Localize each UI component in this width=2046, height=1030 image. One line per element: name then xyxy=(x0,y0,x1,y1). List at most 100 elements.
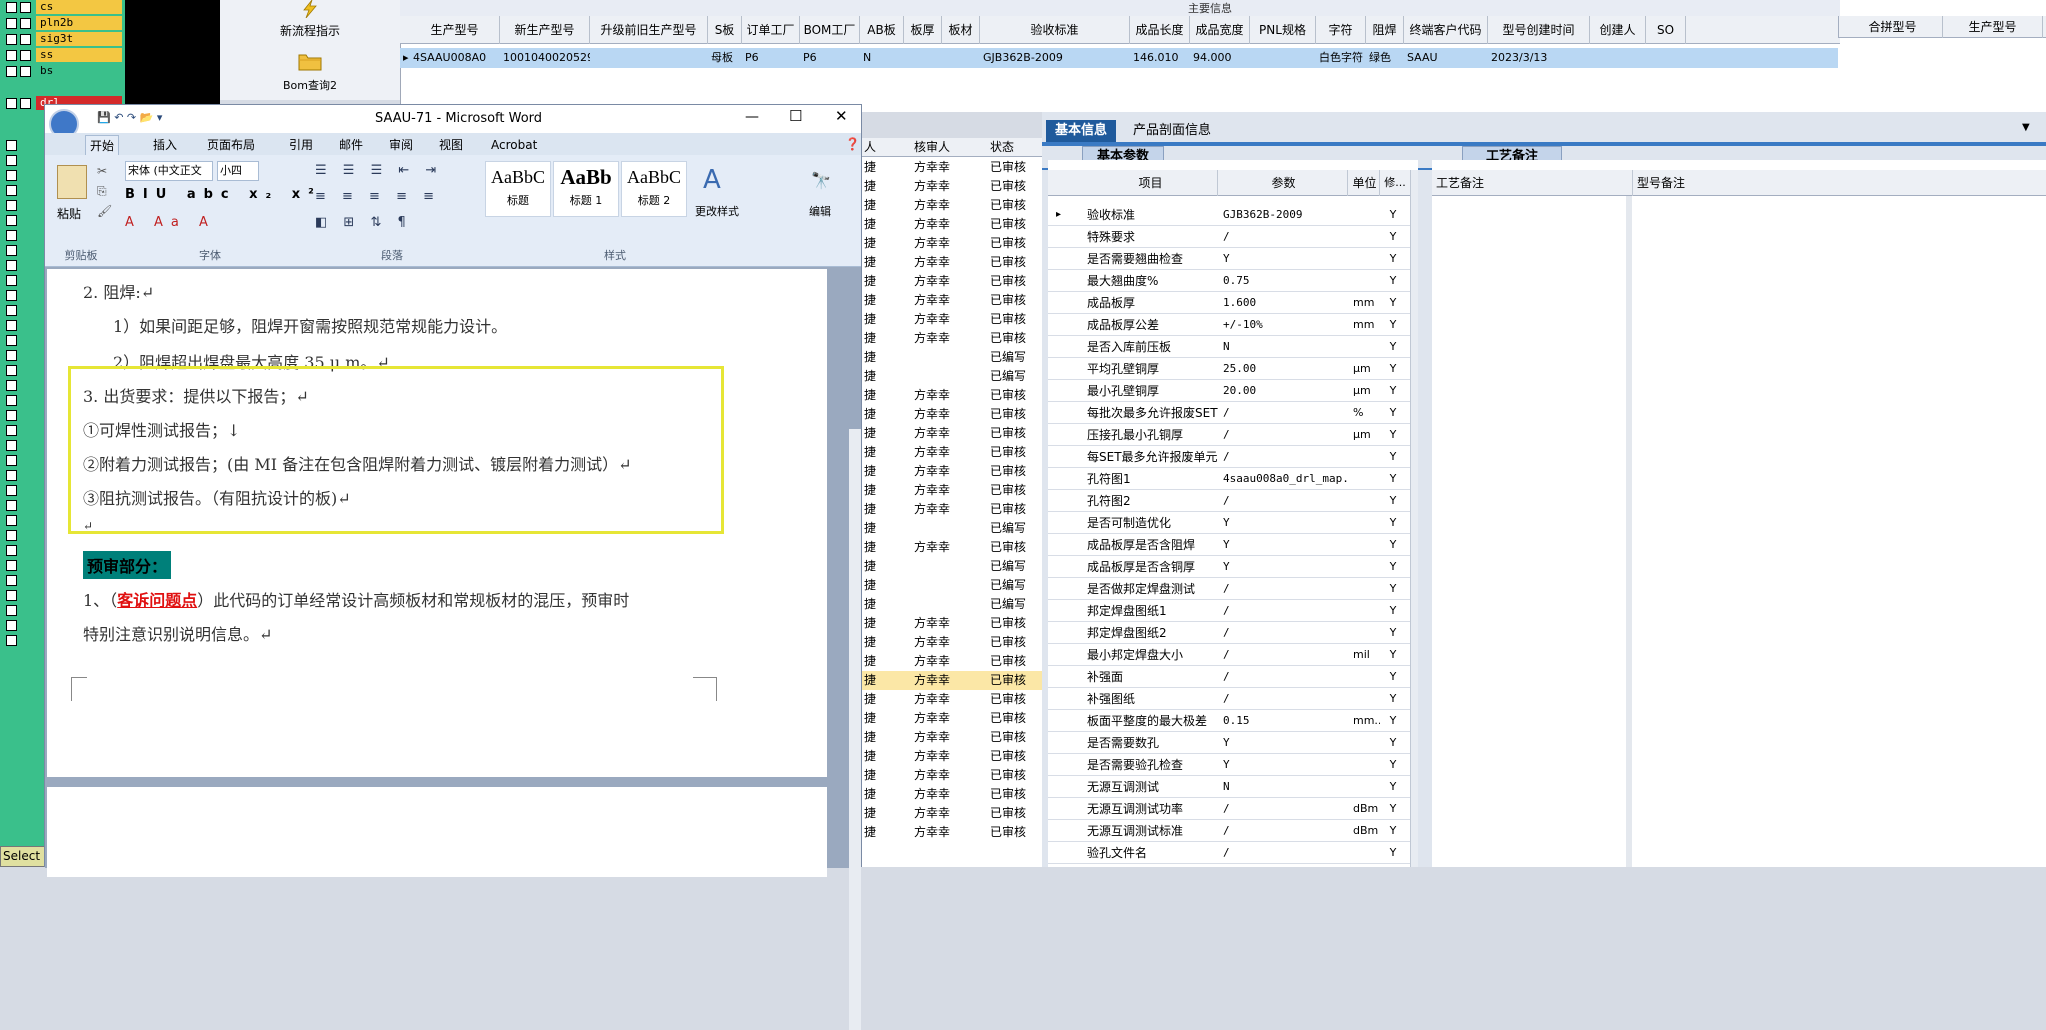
maximize-icon[interactable]: ☐ xyxy=(789,107,802,125)
layer-row-checkbox[interactable] xyxy=(6,635,17,646)
layer-visibility-checkbox[interactable] xyxy=(6,50,17,61)
word-scrollbar[interactable] xyxy=(849,429,861,1030)
layer-row-checkbox[interactable] xyxy=(6,530,17,541)
param-row[interactable]: 最小孔壁铜厚 20.00 μm Y xyxy=(1048,380,1418,402)
craft-splitter[interactable] xyxy=(1626,196,1632,867)
column-header[interactable]: 新生产型号 xyxy=(500,16,590,44)
layer-row-checkbox[interactable] xyxy=(6,500,17,511)
param-row[interactable]: 无源互调测试功率 / dBm Y xyxy=(1048,798,1418,820)
combined-column-header[interactable]: 合拼型号 xyxy=(1843,16,1943,38)
param-row[interactable]: 是否需要数孔 Y Y xyxy=(1048,732,1418,754)
column-header[interactable]: 型号创建时间 xyxy=(1488,16,1590,44)
param-row[interactable]: 成品板厚 1.600 mm Y xyxy=(1048,292,1418,314)
column-header[interactable]: 验收标准 xyxy=(980,16,1130,44)
layer-row-checkbox[interactable] xyxy=(6,335,17,346)
column-header[interactable]: AB板 xyxy=(860,16,904,44)
param-row[interactable]: 成品板厚是否含阻焊 Y Y xyxy=(1048,534,1418,556)
param-row[interactable]: 邦定焊盘图纸1 / Y xyxy=(1048,600,1418,622)
cell[interactable]: 4SAAU008A0 xyxy=(410,48,500,68)
approval-row[interactable]: 捷 方幸幸 已审核 xyxy=(862,462,1042,481)
approval-row[interactable]: 捷 方幸幸 已审核 xyxy=(862,671,1042,690)
approval-row[interactable]: 捷 已编写 xyxy=(862,348,1042,367)
edit-button[interactable]: 编辑 xyxy=(809,203,831,219)
column-header[interactable]: 升级前旧生产型号 xyxy=(590,16,708,44)
approval-row[interactable]: 捷 方幸幸 已审核 xyxy=(862,386,1042,405)
param-row[interactable]: 孔符图2 / Y xyxy=(1048,490,1418,512)
param-row[interactable]: 是否需要验孔检查 Y Y xyxy=(1048,754,1418,776)
main-info-row[interactable]: 4SAAU008A010010400205290母板P6P6NGJB362B-2… xyxy=(400,48,1838,68)
layer-row-checkbox[interactable] xyxy=(6,605,17,616)
column-header[interactable]: 创建人 xyxy=(1590,16,1646,44)
layer-row-checkbox[interactable] xyxy=(6,515,17,526)
change-style-icon[interactable]: A xyxy=(703,165,721,195)
approval-row[interactable]: 捷 方幸幸 已审核 xyxy=(862,405,1042,424)
cell[interactable] xyxy=(1250,48,1316,68)
style-heading2[interactable]: AaBbC 标题 2 xyxy=(621,161,687,217)
layer-select-checkbox[interactable] xyxy=(20,66,31,77)
select-button[interactable]: Select xyxy=(0,846,45,867)
layer-name[interactable]: cs xyxy=(36,0,122,14)
approval-row[interactable]: 捷 方幸幸 已审核 xyxy=(862,690,1042,709)
layer-select-checkbox[interactable] xyxy=(20,98,31,109)
col-modify[interactable]: 修... xyxy=(1382,170,1408,196)
param-row[interactable]: 平均孔壁铜厚 25.00 μm Y xyxy=(1048,358,1418,380)
align-buttons[interactable]: ≡ ≡ ≡ ≡ ≡ xyxy=(315,189,440,204)
layer-item[interactable]: pln2b xyxy=(0,16,125,31)
layer-row-checkbox[interactable] xyxy=(6,470,17,481)
column-header[interactable]: SO xyxy=(1646,16,1686,44)
cell[interactable]: N xyxy=(860,48,904,68)
font-size-select[interactable]: 小四 xyxy=(217,161,259,181)
tab-review[interactable]: 审阅 xyxy=(385,135,417,155)
cell[interactable] xyxy=(904,48,942,68)
param-row[interactable]: 是否需要翘曲检查 Y Y xyxy=(1048,248,1418,270)
layer-visibility-checkbox[interactable] xyxy=(6,66,17,77)
cell[interactable]: 94.000 xyxy=(1190,48,1250,68)
cell[interactable]: 146.010 xyxy=(1130,48,1190,68)
param-row[interactable]: 邦定焊盘图纸2 / Y xyxy=(1048,622,1418,644)
column-header[interactable]: 成品长度 xyxy=(1130,16,1190,44)
tab-references[interactable]: 引用 xyxy=(285,135,317,155)
param-row[interactable]: 是否可制造优化 Y Y xyxy=(1048,512,1418,534)
layer-row-checkbox[interactable] xyxy=(6,590,17,601)
layer-row-checkbox[interactable] xyxy=(6,185,17,196)
layer-visibility-checkbox[interactable] xyxy=(6,34,17,45)
cell[interactable]: P6 xyxy=(742,48,800,68)
param-row[interactable]: 无源互调测试标准 / dBm Y xyxy=(1048,820,1418,842)
layer-row-checkbox[interactable] xyxy=(6,230,17,241)
approval-row[interactable]: 捷 方幸幸 已审核 xyxy=(862,747,1042,766)
col-param[interactable]: 参数 xyxy=(1220,170,1348,196)
cell[interactable]: P6 xyxy=(800,48,860,68)
cell[interactable] xyxy=(1646,48,1686,68)
layer-row-checkbox[interactable] xyxy=(6,560,17,571)
param-row[interactable]: 孔符图1 4saau008a0_drl_map... Y xyxy=(1048,468,1418,490)
layer-select-checkbox[interactable] xyxy=(20,18,31,29)
document-page-2[interactable] xyxy=(47,787,827,877)
column-header[interactable]: 字符 xyxy=(1316,16,1366,44)
layer-select-checkbox[interactable] xyxy=(20,2,31,13)
paste-icon[interactable] xyxy=(57,165,87,199)
shading-buttons[interactable]: ◧ ⊞ ⇅ ¶ xyxy=(315,215,412,230)
font-name-select[interactable]: 宋体 (中文正文 xyxy=(125,161,213,181)
layer-name[interactable]: ss xyxy=(36,48,122,62)
approval-row[interactable]: 捷 方幸幸 已审核 xyxy=(862,215,1042,234)
param-row[interactable]: 是否入库前压板 N Y xyxy=(1048,336,1418,358)
layer-row-checkbox[interactable] xyxy=(6,380,17,391)
param-row[interactable]: 最大翘曲度% 0.75 Y xyxy=(1048,270,1418,292)
layer-row-checkbox[interactable] xyxy=(6,485,17,496)
param-row[interactable]: 压接孔最小孔铜厚 / μm Y xyxy=(1048,424,1418,446)
cell[interactable] xyxy=(1590,48,1646,68)
approval-row[interactable]: 捷 方幸幸 已审核 xyxy=(862,804,1042,823)
approval-row[interactable]: 捷 方幸幸 已审核 xyxy=(862,234,1042,253)
layer-select-checkbox[interactable] xyxy=(20,50,31,61)
column-header[interactable]: 终端客户代码 xyxy=(1404,16,1488,44)
document-page[interactable]: 2. 阻焊:↵ 1）如果间距足够，阻焊开窗需按照规范常规能力设计。 2）阻焊超出… xyxy=(47,269,827,777)
column-header[interactable]: 板材 xyxy=(942,16,980,44)
layer-row-checkbox[interactable] xyxy=(6,545,17,556)
lightning-icon[interactable] xyxy=(220,0,400,20)
layer-row-checkbox[interactable] xyxy=(6,215,17,226)
quick-access-icons[interactable]: 💾 ↶ ↷ 📂 ▾ xyxy=(97,111,162,124)
tab-mailings[interactable]: 邮件 xyxy=(335,135,367,155)
param-row[interactable]: 验孔文件名 / Y xyxy=(1048,842,1418,864)
layer-row-checkbox[interactable] xyxy=(6,260,17,271)
layer-visibility-checkbox[interactable] xyxy=(6,98,17,109)
